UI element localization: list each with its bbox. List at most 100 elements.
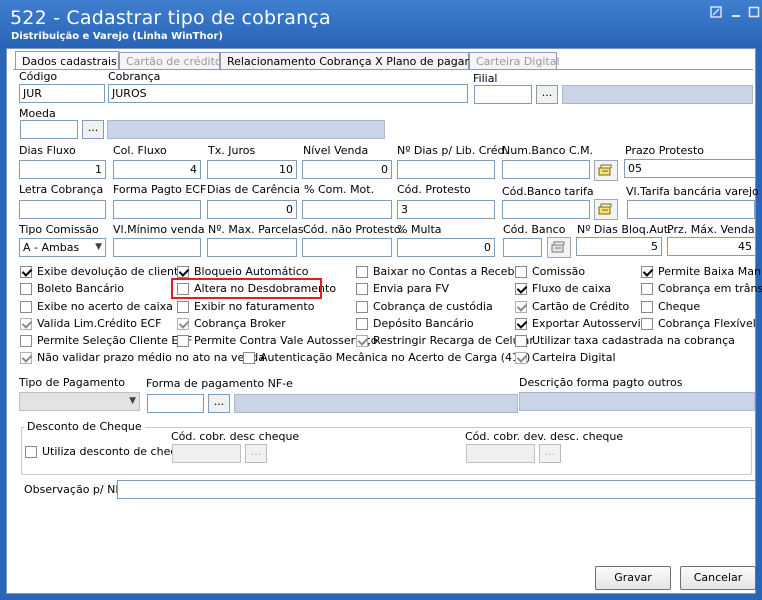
n-max-parcelas-input[interactable] xyxy=(207,238,297,257)
checkbox-label: Não validar prazo médio no ato na venda xyxy=(37,351,265,364)
maximize-icon[interactable] xyxy=(746,6,762,22)
moeda-input[interactable] xyxy=(20,120,78,139)
prazo-protesto-label: Prazo Protesto xyxy=(625,144,705,157)
tab-carteira-digital[interactable]: Carteira Digital xyxy=(469,52,560,70)
checkbox-label: Depósito Bancário xyxy=(373,317,474,330)
cod-cobr-desc-lookup-button[interactable]: ... xyxy=(245,444,267,463)
num-banco-cm-label: Num.Banco C.M. xyxy=(502,144,594,157)
checkbox-box xyxy=(20,335,32,347)
cod-banco-pick-button[interactable] xyxy=(547,237,571,258)
checkbox-label: Cobrança Flexível xyxy=(658,317,756,330)
gravar-button[interactable]: Gravar xyxy=(595,566,671,590)
cod-cobr-dev-desc-cheque-label: Cód. cobr. dev. desc. cheque xyxy=(465,430,624,443)
moeda-description xyxy=(107,120,385,139)
hand-pointer-icon xyxy=(598,164,612,176)
cancelar-button[interactable]: Cancelar xyxy=(680,566,756,590)
tab-relacionamento[interactable]: Relacionamento Cobrança X Plano de pagam… xyxy=(220,52,500,70)
checkbox-label: Exibir no faturamento xyxy=(194,300,315,313)
col-fluxo-label: Col. Fluxo xyxy=(113,144,167,157)
codigo-input[interactable]: JUR xyxy=(19,84,105,103)
checkbox-label: Valida Lim.Crédito ECF xyxy=(37,317,162,330)
moeda-lookup-button[interactable]: ... xyxy=(82,120,104,139)
n-dias-bloq-aut-input[interactable]: 5 xyxy=(576,237,662,256)
cobranca-input[interactable]: JUROS xyxy=(108,84,468,103)
n-max-parcelas-label: Nº. Max. Parcelas xyxy=(208,223,304,236)
prz-max-venda-label: Prz. Máx. Venda xyxy=(667,223,755,236)
col-fluxo-input[interactable]: 4 xyxy=(113,160,201,179)
n-dias-lib-cred-input[interactable] xyxy=(397,160,495,179)
desconto-cheque-group-label: Desconto de Cheque xyxy=(24,420,145,433)
title-bar: 522 - Cadastrar tipo de cobrança Distrib… xyxy=(0,0,762,48)
hand-pointer-icon xyxy=(598,203,612,215)
checkbox-label: Cobrança de custódia xyxy=(373,300,493,313)
cod-cobr-dev-lookup-button[interactable]: ... xyxy=(539,444,561,463)
checkbox-label: Carteira Digital xyxy=(532,351,616,364)
checkbox-box xyxy=(20,318,32,330)
checkbox-box xyxy=(641,266,653,278)
n-dias-lib-cred-label: Nº Dias p/ Lib. Créd. xyxy=(397,144,508,157)
multa-input[interactable]: 0 xyxy=(397,238,495,257)
filial-description xyxy=(562,85,753,104)
vl-tarifa-bancaria-input[interactable] xyxy=(627,200,755,219)
checkbox-label: Comissão xyxy=(532,265,586,278)
help-icon[interactable] xyxy=(708,6,724,22)
forma-pagto-ecf-input[interactable] xyxy=(113,200,201,219)
checkbox-box xyxy=(515,352,527,364)
tipo-comissao-label: Tipo Comissão xyxy=(19,223,99,236)
filial-input[interactable] xyxy=(474,85,532,104)
checkbox-label: Exibe devolução de cliente xyxy=(37,265,186,278)
checkbox-box xyxy=(20,283,32,295)
cod-cobr-dev-desc-cheque-input[interactable] xyxy=(466,444,535,463)
forma-pagamento-lookup-button[interactable]: ... xyxy=(208,394,230,413)
checkbox-label: Permite Seleção Cliente ECF xyxy=(37,334,193,347)
prz-max-venda-input[interactable]: 45 xyxy=(667,237,756,256)
checkbox-label: Cheque xyxy=(658,300,701,313)
chevron-down-icon: ▼ xyxy=(129,396,136,406)
letra-cobranca-input[interactable] xyxy=(19,200,106,219)
cod-banco-tarifa-pick-button[interactable] xyxy=(594,199,618,220)
nivel-venda-label: Nível Venda xyxy=(303,144,369,157)
checkbox-box xyxy=(20,301,32,313)
com-mot-input[interactable] xyxy=(302,200,392,219)
observacao-nf-label: Observação p/ NF: xyxy=(24,483,125,496)
cod-nao-protesto-input[interactable] xyxy=(302,238,392,257)
cod-protesto-label: Cód. Protesto xyxy=(397,183,471,196)
forma-pagamento-nfe-label: Forma de pagamento NF-e xyxy=(146,377,293,390)
tipo-pagamento-select[interactable]: ▼ xyxy=(19,392,140,411)
checkbox-label: Autenticação Mecânica no Acerto de Carga… xyxy=(260,351,531,364)
checkbox-box xyxy=(177,318,189,330)
num-banco-pick-button[interactable] xyxy=(594,160,618,181)
checkbox-label: Bloqueio Automático xyxy=(194,265,309,278)
tab-dados-cadastrais[interactable]: Dados cadastrais xyxy=(15,51,119,70)
cod-banco-input[interactable] xyxy=(503,238,542,257)
forma-pagamento-nfe-input[interactable] xyxy=(147,394,204,413)
checkbox-box xyxy=(641,318,653,330)
desc-forma-pagto-outros-input[interactable] xyxy=(519,392,755,411)
cod-banco-tarifa-input[interactable] xyxy=(502,200,590,219)
minimize-icon[interactable] xyxy=(728,6,744,22)
tx-juros-label: Tx. Juros xyxy=(208,144,256,157)
prazo-protesto-input[interactable]: 05 xyxy=(624,159,756,178)
highlight-box xyxy=(171,278,322,299)
num-banco-cm-input[interactable] xyxy=(502,160,590,179)
letra-cobranca-label: Letra Cobrança xyxy=(19,183,104,196)
observacao-nf-input[interactable] xyxy=(117,480,756,499)
checkbox-box xyxy=(356,266,368,278)
moeda-label: Moeda xyxy=(19,107,56,120)
checkbox-label: Envia para FV xyxy=(373,282,450,295)
tipo-pagamento-label: Tipo de Pagamento xyxy=(19,376,125,389)
tab-cartao-credito[interactable]: Cartão de crédito xyxy=(119,52,222,70)
dias-carencia-input[interactable]: 0 xyxy=(207,200,297,219)
cod-cobr-desc-cheque-input[interactable] xyxy=(172,444,241,463)
dias-fluxo-input[interactable]: 1 xyxy=(19,160,106,179)
filial-lookup-button[interactable]: ... xyxy=(536,85,558,104)
dias-carencia-label: Dias de Carência xyxy=(207,183,301,196)
tx-juros-input[interactable]: 10 xyxy=(207,160,297,179)
nivel-venda-input[interactable]: 0 xyxy=(302,160,392,179)
multa-label: % Multa xyxy=(397,223,442,236)
checkbox-box xyxy=(356,335,368,347)
vl-minimo-venda-input[interactable] xyxy=(113,238,201,257)
tipo-comissao-select[interactable]: A - Ambas ▼ xyxy=(19,238,106,257)
cod-protesto-input[interactable]: 3 xyxy=(397,200,495,219)
cod-nao-protesto-label: Cód. não Protesto. xyxy=(303,223,404,236)
